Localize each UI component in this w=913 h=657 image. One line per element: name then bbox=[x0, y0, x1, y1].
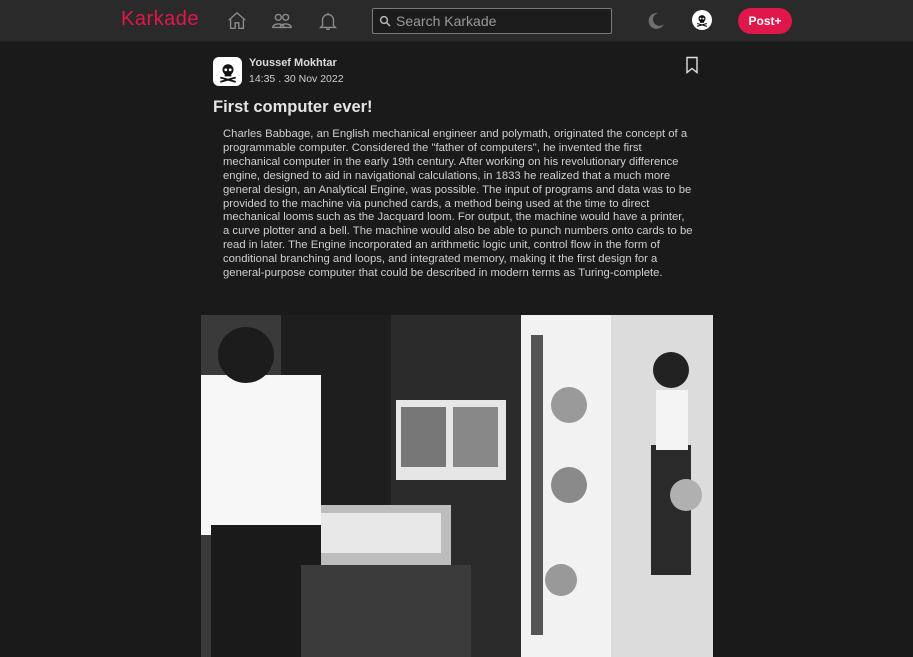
post-body: Charles Babbage, an English mechanical e… bbox=[223, 128, 693, 280]
author-avatar[interactable] bbox=[213, 57, 242, 86]
skull-icon bbox=[219, 63, 236, 83]
search-icon bbox=[379, 15, 391, 27]
bookmark-icon[interactable] bbox=[684, 56, 700, 74]
logo[interactable]: Karkade bbox=[121, 8, 199, 31]
top-bar: Karkade Post+ bbox=[0, 0, 913, 42]
post-timestamp: 14:35 . 30 Nov 2022 bbox=[249, 73, 344, 85]
bell-icon[interactable] bbox=[316, 9, 340, 33]
author-name[interactable]: Youssef Mokhtar bbox=[249, 57, 337, 69]
search-box[interactable] bbox=[372, 8, 612, 34]
friends-icon[interactable] bbox=[270, 9, 294, 33]
user-avatar[interactable] bbox=[692, 10, 712, 30]
post-image[interactable] bbox=[201, 315, 713, 657]
post-button[interactable]: Post+ bbox=[738, 8, 792, 34]
skull-icon bbox=[696, 15, 708, 27]
post-title: First computer ever! bbox=[213, 98, 373, 116]
home-icon[interactable] bbox=[225, 9, 249, 33]
search-input[interactable] bbox=[396, 13, 606, 29]
moon-icon[interactable] bbox=[646, 11, 666, 31]
